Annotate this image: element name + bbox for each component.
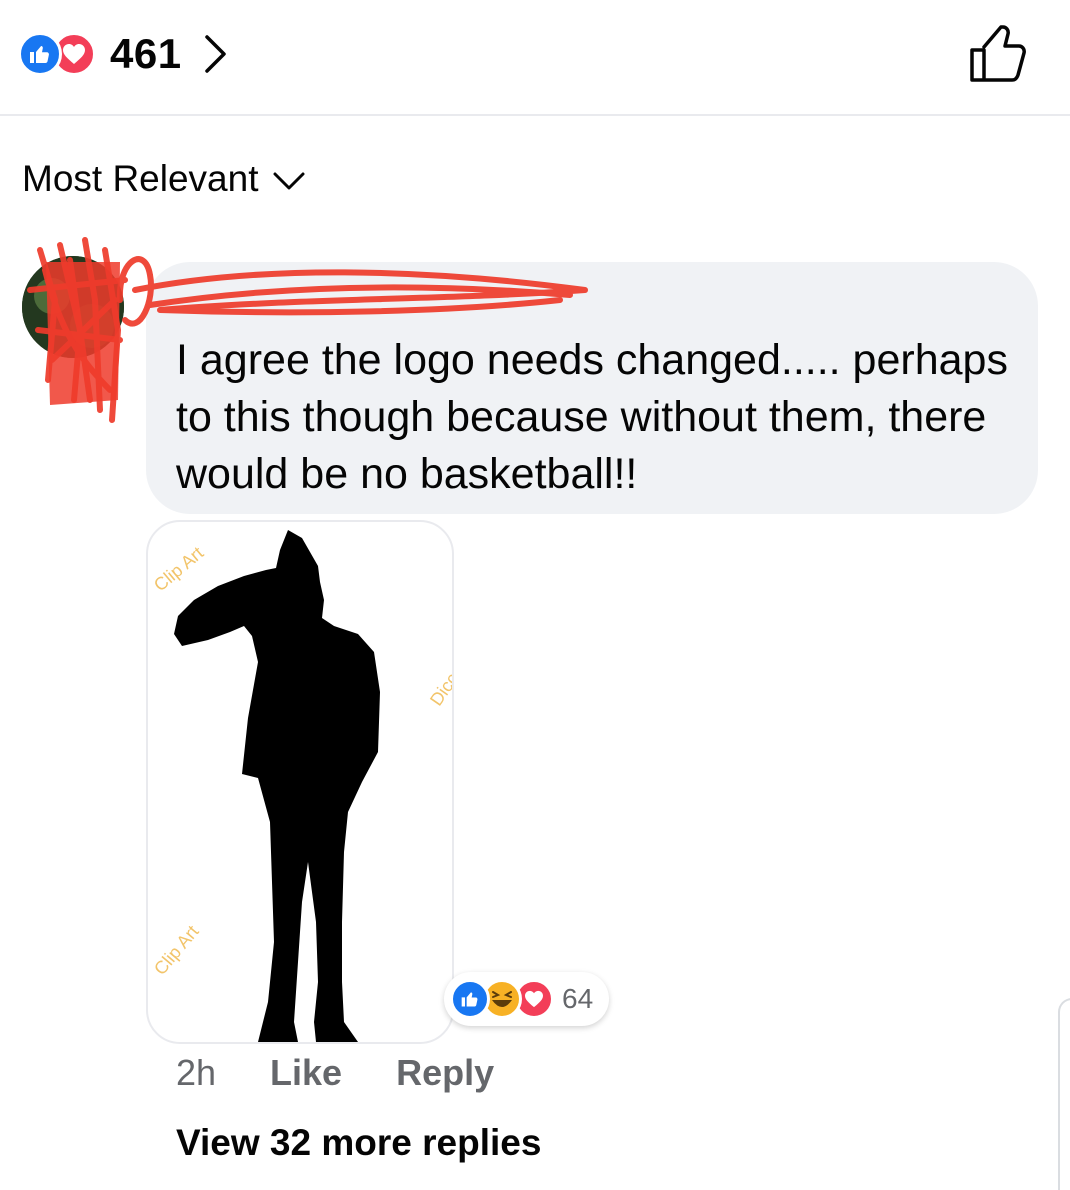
avatar[interactable] [22,256,124,358]
chevron-down-icon [273,172,304,190]
chevron-right-icon [204,35,226,73]
comment-reactions-pill[interactable]: 64 [444,972,610,1026]
comment-text: I agree the logo needs changed..... perh… [176,336,1008,498]
reactions-header: 461 [0,0,1070,116]
sort-dropdown[interactable]: Most Relevant [22,158,305,200]
reaction-count: 461 [110,30,182,77]
comment-attachment-image[interactable]: Clip Art Dicc Clip Art [146,520,454,1044]
reaction-summary-button[interactable]: 461 [18,28,228,80]
like-reaction-icon [18,32,62,76]
comment-bubble: I agree the logo needs changed..... perh… [146,262,1038,514]
comment-actions: 2h Like Reply [176,1052,494,1094]
comment-timestamp[interactable]: 2h [176,1052,216,1094]
comment-reaction-count: 64 [562,983,594,1014]
like-button[interactable]: Like [270,1052,342,1094]
saluting-soldier-silhouette [174,530,380,1042]
partial-frame-edge [1058,998,1070,1190]
view-more-replies-link[interactable]: View 32 more replies [176,1122,541,1164]
sort-label: Most Relevant [22,158,259,199]
thumbs-up-outline-icon[interactable] [966,24,1030,89]
reply-button[interactable]: Reply [396,1052,494,1094]
like-reaction-icon [450,979,490,1019]
